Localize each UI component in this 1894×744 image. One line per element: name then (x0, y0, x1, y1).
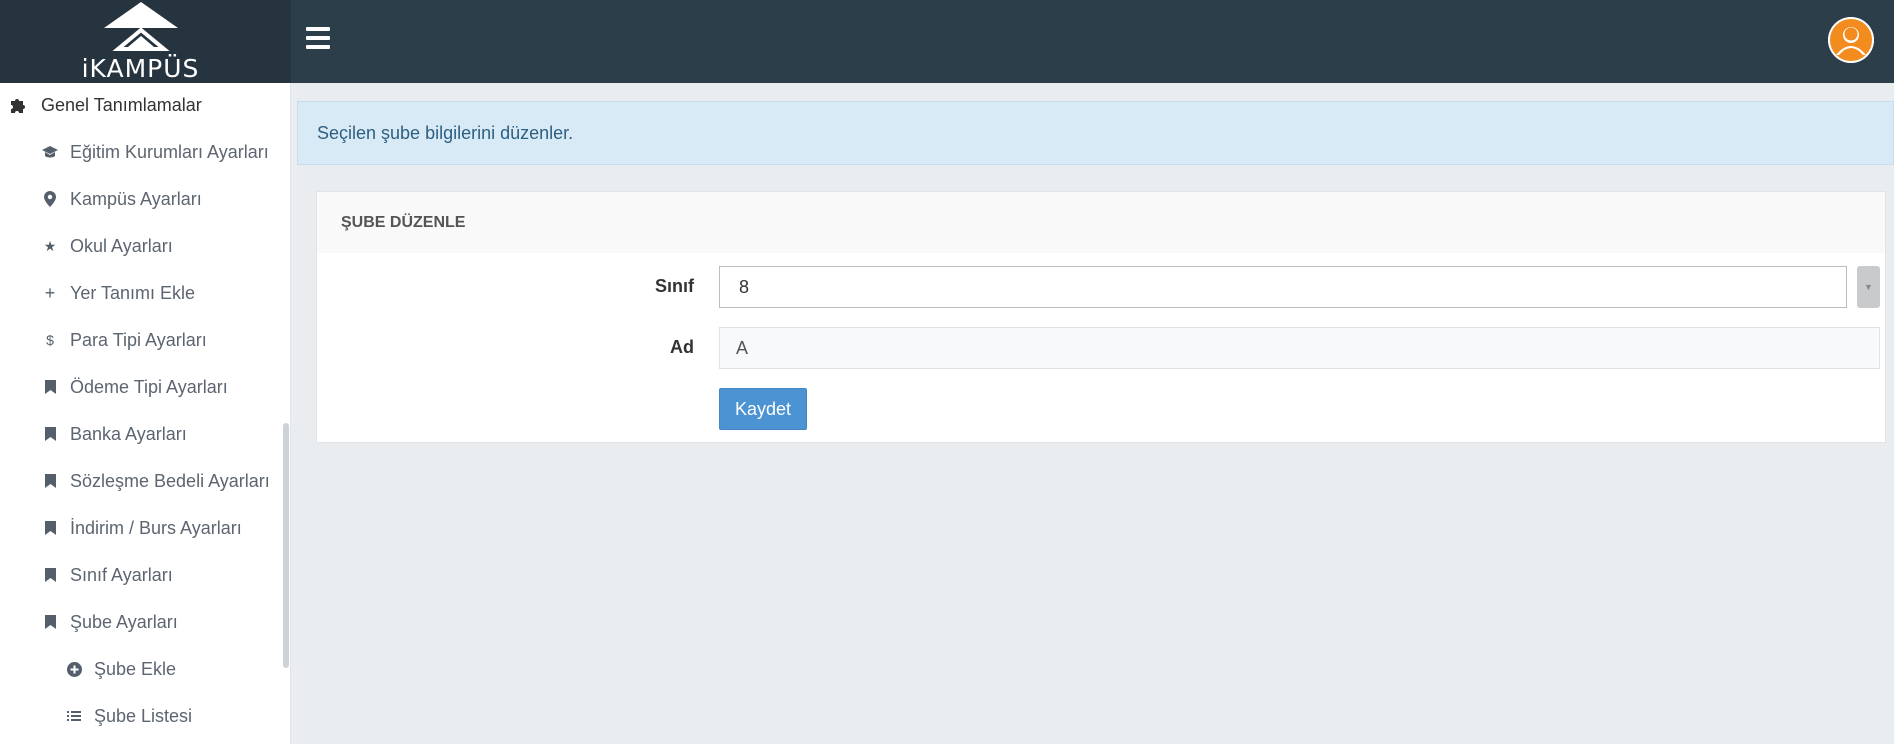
sidebar-item-okul[interactable]: ★ Okul Ayarları (40, 226, 288, 266)
plus-icon: + (44, 282, 56, 303)
sidebar-item-label: Banka Ayarları (70, 423, 187, 444)
sidebar: Genel Tanımlamalar Eğitim Kurumları Ayar… (0, 83, 291, 744)
list-icon (64, 711, 84, 721)
sidebar-item-label: Şube Ayarları (70, 611, 178, 632)
sidebar-item-indirim-burs[interactable]: İndirim / Burs Ayarları (40, 508, 288, 548)
name-input-value: A (736, 337, 749, 358)
class-select[interactable]: 8 (719, 266, 1847, 308)
sidebar-item-label: Yer Tanımı Ekle (70, 282, 196, 303)
sidebar-subitem-sube-ekle[interactable]: Şube Ekle (64, 649, 288, 689)
sidebar-section-label: Genel Tanımlamalar (41, 94, 202, 115)
alert-text: Seçilen şube bilgilerini düzenler. (317, 122, 574, 143)
sidebar-item-para-tipi[interactable]: $ Para Tipi Ayarları (40, 320, 288, 360)
bookmark-icon (40, 474, 60, 488)
puzzle-icon (8, 95, 28, 115)
sidebar-item-odeme-tipi[interactable]: Ödeme Tipi Ayarları (40, 367, 288, 407)
sidebar-item-banka[interactable]: Banka Ayarları (40, 414, 288, 454)
sidebar-item-label: İndirim / Burs Ayarları (70, 517, 242, 538)
sidebar-item-yer-tanimi[interactable]: + Yer Tanımı Ekle (40, 273, 288, 313)
dollar-icon: $ (46, 332, 54, 348)
bookmark-icon (40, 521, 60, 535)
bookmark-icon (40, 568, 60, 582)
sidebar-scrollbar[interactable] (283, 423, 289, 668)
panel-title: ŞUBE DÜZENLE (341, 213, 466, 231)
sidebar-item-label: Şube Ekle (94, 658, 177, 679)
bookmark-icon (40, 380, 60, 394)
map-marker-icon (40, 191, 60, 207)
class-select-value: 8 (739, 276, 750, 297)
name-label: Ad (670, 337, 694, 357)
sidebar-item-label: Eğitim Kurumları Ayarları (70, 141, 269, 162)
chevron-down-icon[interactable]: ▼ (1857, 266, 1880, 308)
graduation-cap-icon (40, 145, 60, 159)
sidebar-item-label: Şube Listesi (94, 705, 193, 726)
hamburger-menu-button[interactable] (306, 27, 336, 51)
logo-mark-icon (104, 2, 178, 51)
info-alert: Seçilen şube bilgilerini düzenler. (297, 101, 1894, 165)
sidebar-item-label: Sınıf Ayarları (70, 564, 173, 585)
sidebar-item-sozlesme-bedeli[interactable]: Sözleşme Bedeli Ayarları (40, 461, 288, 501)
plus-circle-icon (64, 661, 84, 677)
edit-branch-panel: ŞUBE DÜZENLE Sınıf 8 ▼ Ad A Kaydet (316, 191, 1886, 443)
sidebar-subitem-sube-listesi[interactable]: Şube Listesi (64, 696, 288, 736)
user-avatar-icon[interactable] (1828, 17, 1874, 63)
sidebar-section-genel-tanimlamalar[interactable]: Genel Tanımlamalar (8, 85, 296, 125)
star-icon: ★ (43, 237, 57, 254)
sidebar-item-label: Kampüs Ayarları (70, 188, 202, 209)
sidebar-item-label: Okul Ayarları (70, 235, 173, 256)
save-button[interactable]: Kaydet (719, 388, 807, 430)
sidebar-item-egitim-kurumlari[interactable]: Eğitim Kurumları Ayarları (40, 132, 288, 172)
sidebar-item-sinif[interactable]: Sınıf Ayarları (40, 555, 288, 595)
sidebar-item-sube[interactable]: Şube Ayarları (40, 602, 288, 642)
class-label: Sınıf (655, 276, 694, 296)
name-input[interactable]: A (719, 327, 1880, 369)
hamburger-icon (306, 27, 330, 31)
sidebar-item-label: Ödeme Tipi Ayarları (70, 376, 228, 397)
logo[interactable]: iKAMPÜS (0, 0, 291, 83)
bookmark-icon (40, 427, 60, 441)
panel-header: ŞUBE DÜZENLE (317, 192, 1885, 253)
sidebar-item-label: Para Tipi Ayarları (70, 329, 207, 350)
bookmark-icon (40, 615, 60, 629)
top-header: iKAMPÜS (0, 0, 1894, 83)
sidebar-item-label: Sözleşme Bedeli Ayarları (70, 470, 270, 491)
sidebar-item-kampus[interactable]: Kampüs Ayarları (40, 179, 288, 219)
logo-text: iKAMPÜS (81, 54, 200, 83)
